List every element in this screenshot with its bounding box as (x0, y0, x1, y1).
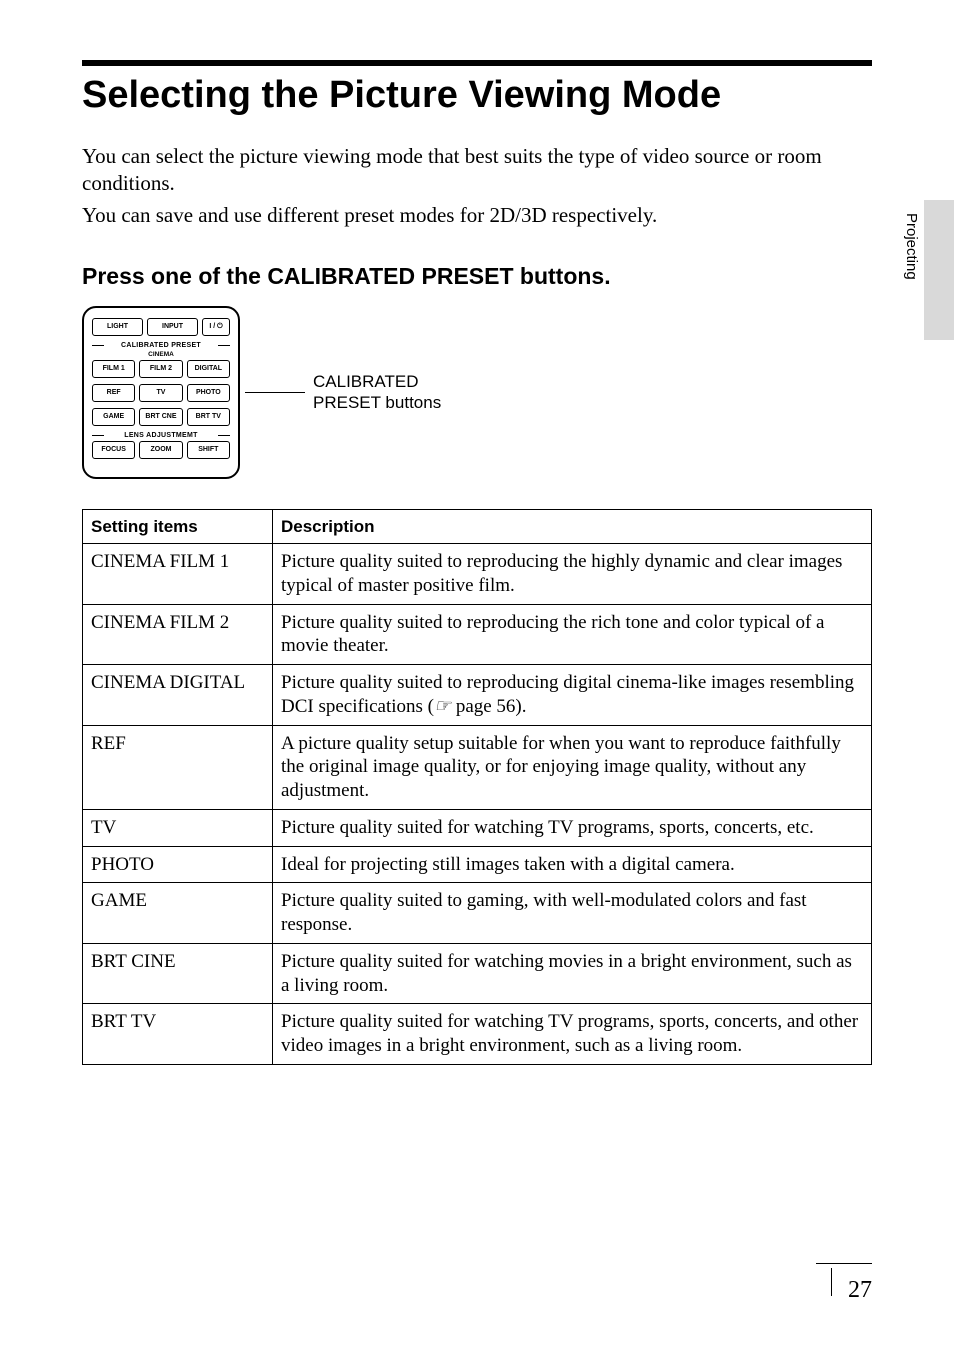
table-cell-desc-pre: Picture quality suited to reproducing di… (281, 672, 854, 717)
remote-group-label-calibrated: CALIBRATED PRESET (92, 342, 230, 349)
table-row: CINEMA DIGITAL Picture quality suited to… (83, 665, 872, 726)
remote-button-ref: REF (92, 384, 135, 402)
remote-control-illustration: LIGHT INPUT I / ⏻ CALIBRATED PRESET CINE… (82, 306, 240, 479)
callout-line2: PRESET buttons (313, 393, 441, 412)
remote-button-zoom: ZOOM (139, 441, 182, 459)
page-ref-text: page 56). (451, 696, 526, 717)
intro-paragraph-2: You can save and use different preset mo… (82, 202, 872, 229)
remote-button-brttv: BRT TV (187, 408, 230, 426)
side-tab (924, 200, 954, 340)
table-cell-desc: Picture quality suited for watching TV p… (273, 1004, 872, 1065)
remote-button-film1: FILM 1 (92, 360, 135, 378)
callout: CALIBRATED PRESET buttons (254, 371, 441, 414)
callout-leader-line (245, 392, 305, 393)
table-cell-desc: A picture quality setup suitable for whe… (273, 725, 872, 809)
side-tab-label: Projecting (903, 213, 920, 280)
table-cell-item: CINEMA FILM 1 (83, 544, 273, 605)
table-cell-item: PHOTO (83, 846, 273, 883)
table-cell-item: CINEMA FILM 2 (83, 604, 273, 665)
remote-button-brtcne: BRT CNE (139, 408, 182, 426)
table-header-description: Description (273, 509, 872, 543)
settings-table: Setting items Description CINEMA FILM 1 … (82, 509, 872, 1065)
page-title: Selecting the Picture Viewing Mode (82, 74, 872, 117)
table-row: BRT TV Picture quality suited for watchi… (83, 1004, 872, 1065)
table-row: CINEMA FILM 2 Picture quality suited to … (83, 604, 872, 665)
page-number-tick (831, 1268, 832, 1296)
remote-button-input: INPUT (147, 318, 198, 336)
remote-group-label-lens: LENS ADJUSTMEMT (92, 432, 230, 439)
remote-button-tv: TV (139, 384, 182, 402)
table-cell-desc: Picture quality suited to reproducing di… (273, 665, 872, 726)
page-number: 27 (848, 1277, 872, 1304)
table-row: GAME Picture quality suited to gaming, w… (83, 883, 872, 944)
remote-button-film2: FILM 2 (139, 360, 182, 378)
table-row: CINEMA FILM 1 Picture quality suited to … (83, 544, 872, 605)
remote-button-focus: FOCUS (92, 441, 135, 459)
callout-text: CALIBRATED PRESET buttons (313, 371, 441, 414)
table-cell-item: REF (83, 725, 273, 809)
table-cell-desc: Picture quality suited for watching TV p… (273, 809, 872, 846)
remote-button-light: LIGHT (92, 318, 143, 336)
page-ref-icon: ☞ (434, 695, 451, 719)
page-number-rule (816, 1263, 872, 1264)
table-cell-item: BRT TV (83, 1004, 273, 1065)
table-cell-desc: Ideal for projecting still images taken … (273, 846, 872, 883)
remote-illustration-block: LIGHT INPUT I / ⏻ CALIBRATED PRESET CINE… (82, 306, 872, 479)
instruction-heading: Press one of the CALIBRATED PRESET butto… (82, 263, 872, 290)
intro-paragraph-1: You can select the picture viewing mode … (82, 143, 872, 198)
callout-line1: CALIBRATED (313, 372, 419, 391)
table-cell-item: BRT CINE (83, 943, 273, 1004)
header-rule (82, 60, 872, 66)
table-header-items: Setting items (83, 509, 273, 543)
remote-button-power: I / ⏻ (202, 318, 230, 336)
table-row: BRT CINE Picture quality suited for watc… (83, 943, 872, 1004)
remote-button-photo: PHOTO (187, 384, 230, 402)
table-cell-desc: Picture quality suited to reproducing th… (273, 604, 872, 665)
table-row: TV Picture quality suited for watching T… (83, 809, 872, 846)
table-cell-desc: Picture quality suited for watching movi… (273, 943, 872, 1004)
table-cell-desc: Picture quality suited to gaming, with w… (273, 883, 872, 944)
remote-button-shift: SHIFT (187, 441, 230, 459)
remote-button-digital: DIGITAL (187, 360, 230, 378)
table-row: REF A picture quality setup suitable for… (83, 725, 872, 809)
remote-button-game: GAME (92, 408, 135, 426)
remote-group-label-cinema: CINEMA (92, 351, 230, 358)
table-cell-item: CINEMA DIGITAL (83, 665, 273, 726)
table-cell-item: GAME (83, 883, 273, 944)
table-cell-item: TV (83, 809, 273, 846)
table-cell-desc: Picture quality suited to reproducing th… (273, 544, 872, 605)
table-row: PHOTO Ideal for projecting still images … (83, 846, 872, 883)
